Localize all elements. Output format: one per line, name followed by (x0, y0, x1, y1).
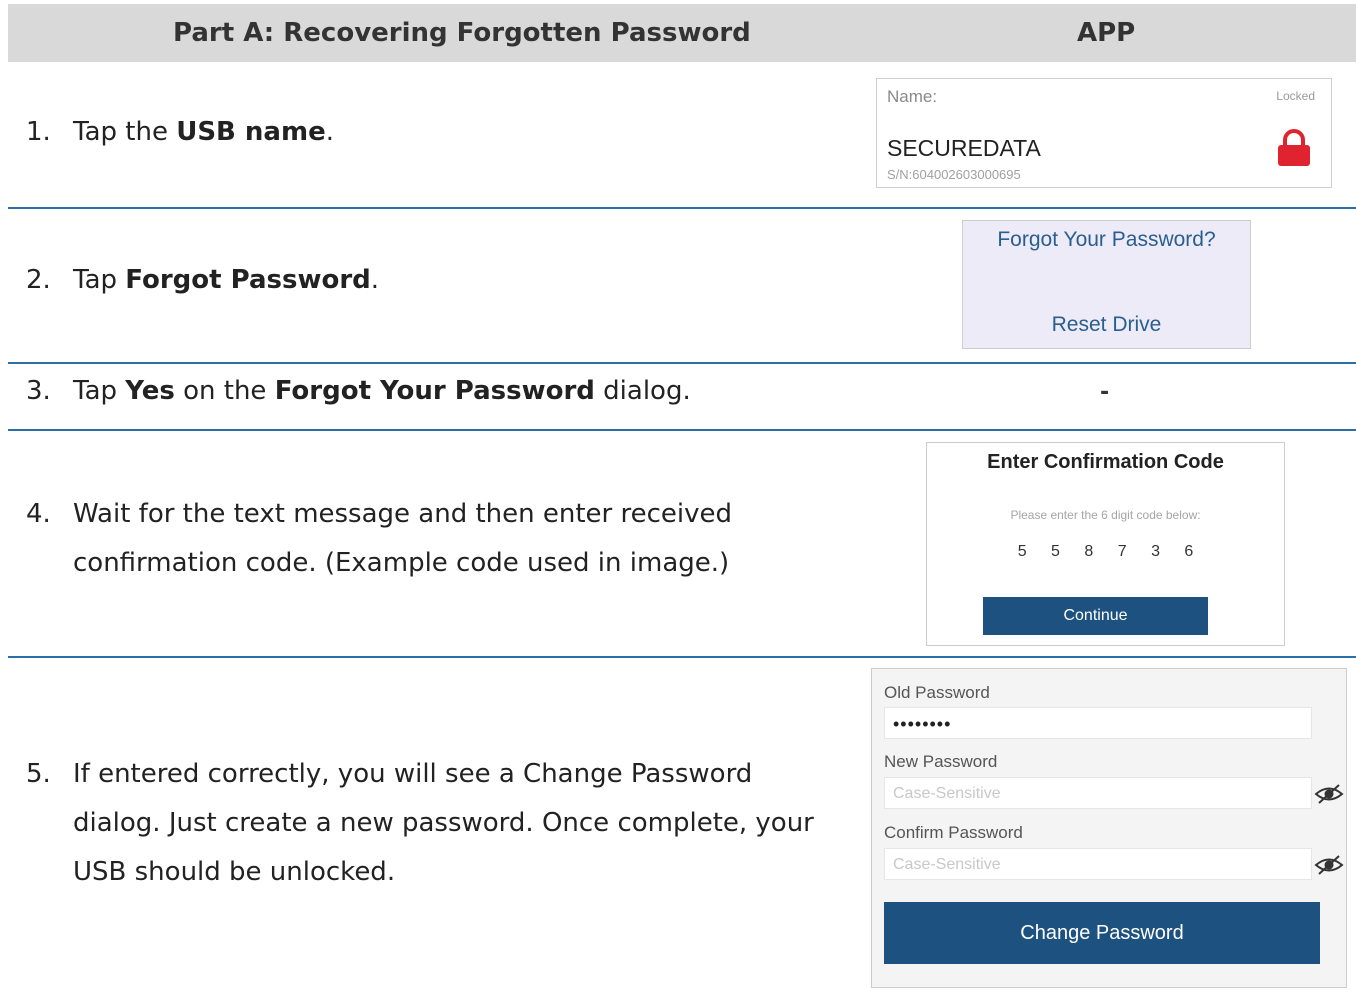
step-4: 4. Wait for the text message and then ent… (26, 490, 732, 588)
step-2: 2. Tap Forgot Password. (26, 256, 379, 305)
forgot-password-link[interactable]: Forgot Your Password? (963, 228, 1250, 252)
name-label: Name: (887, 87, 938, 106)
new-password-label: New Password (884, 752, 998, 771)
step-text: USB should be unlocked. (73, 857, 396, 887)
old-password-field[interactable]: •••••••• (884, 707, 1312, 739)
usb-device-card[interactable]: Name: Locked SECUREDATA S/N:604002603000… (876, 78, 1332, 188)
step-3: 3. Tap Yes on the Forgot Your Password di… (26, 367, 691, 416)
dialog-title: Enter Confirmation Code (987, 451, 1224, 473)
step-text: confirmation code. (Example code used in… (73, 548, 730, 578)
confirmation-code-input[interactable]: 5 5 8 7 3 6 (927, 543, 1284, 561)
confirm-password-label: Confirm Password (884, 823, 1023, 842)
step-number: 1. (26, 117, 51, 147)
step-number: 2. (26, 265, 51, 295)
confirm-password-field[interactable]: Case-Sensitive (884, 848, 1312, 880)
step-text: Wait for the text message and then enter… (73, 499, 733, 529)
serial-number: S/N:604002603000695 (887, 167, 1021, 182)
reset-drive-link[interactable]: Reset Drive (963, 313, 1250, 337)
row-divider (8, 362, 1356, 364)
step-text: on the (174, 376, 275, 406)
change-password-button[interactable]: Change Password (884, 902, 1320, 964)
row-divider (8, 207, 1356, 209)
table-header: Part A: Recovering Forgotten Password AP… (8, 4, 1356, 62)
lock-icon (1278, 129, 1310, 166)
app-column-title: APP (1077, 18, 1136, 48)
continue-button[interactable]: Continue (983, 597, 1208, 635)
step-bold-text: Forgot Your Password (274, 376, 595, 406)
step-text: If entered correctly, you will see a Cha… (73, 759, 753, 789)
hide-password-icon[interactable] (1314, 854, 1344, 876)
step-number: 5. (26, 759, 51, 789)
dialog-instructions: Please enter the 6 digit code below: (1010, 508, 1201, 522)
step-text: . (370, 265, 380, 295)
new-password-field[interactable]: Case-Sensitive (884, 777, 1312, 809)
step-bold-text: Forgot Password (125, 265, 371, 295)
row-divider (8, 429, 1356, 431)
step-text: . (325, 117, 334, 147)
part-title: Part A: Recovering Forgotten Password (173, 18, 751, 48)
confirmation-code-dialog: Enter Confirmation Code Please enter the… (926, 442, 1285, 646)
step-bold-text: USB name (176, 117, 326, 147)
forgot-password-menu: Forgot Your Password? Reset Drive (962, 220, 1251, 349)
step-text: dialog. (594, 376, 691, 406)
step-text: Tap the (73, 117, 177, 147)
step-1: 1. Tap the USB name. (26, 108, 334, 157)
step-number: 3. (26, 376, 51, 406)
hide-password-icon[interactable] (1314, 783, 1344, 805)
row-divider (8, 656, 1356, 658)
step-number: 4. (26, 499, 51, 529)
step-5: 5. If entered correctly, you will see a C… (26, 750, 814, 897)
step-text: dialog. Just create a new password. Once… (73, 808, 814, 838)
change-password-dialog: Old Password •••••••• New Password Case-… (871, 668, 1347, 988)
usb-name[interactable]: SECUREDATA (887, 135, 1041, 162)
step-text: Tap (73, 376, 126, 406)
no-image-placeholder: - (1100, 380, 1110, 405)
old-password-label: Old Password (884, 683, 990, 702)
step-text: Tap (73, 265, 126, 295)
step-bold-text: Yes (125, 376, 175, 406)
lock-status: Locked (1276, 89, 1315, 103)
